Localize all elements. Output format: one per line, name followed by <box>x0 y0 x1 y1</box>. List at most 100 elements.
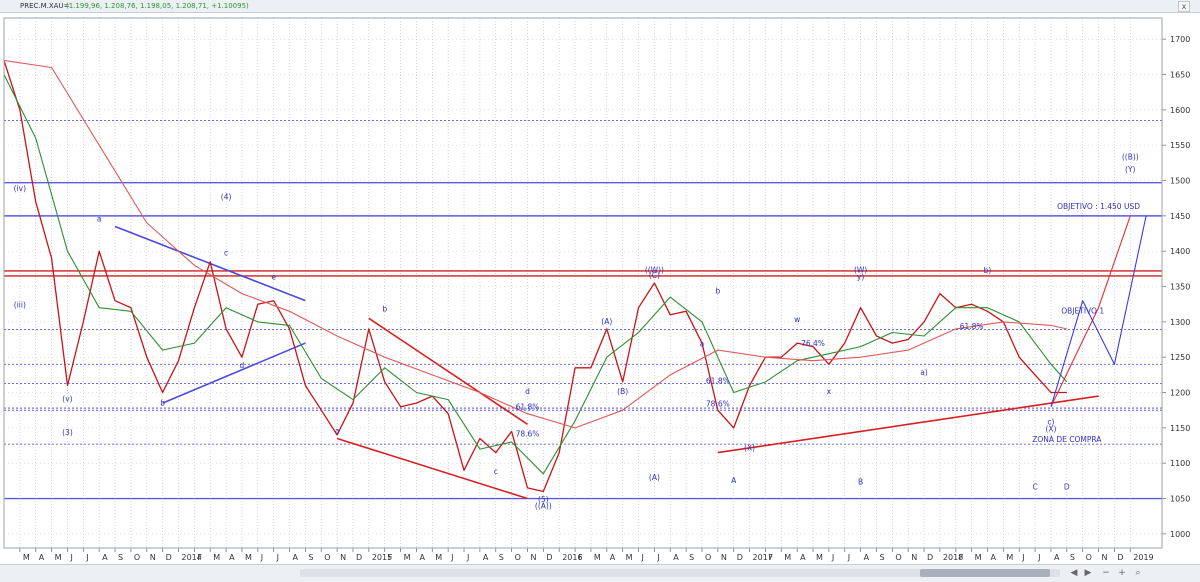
horizontal-scrollbar[interactable] <box>300 569 1060 577</box>
x-tick-label: M <box>626 553 633 562</box>
horizontal-gridlines <box>4 38 1162 535</box>
wave-label: d <box>240 361 245 370</box>
x-tick-label: M <box>1006 553 1013 562</box>
y-tick-label: 1000 <box>1170 530 1190 539</box>
x-tick-label: O <box>1086 553 1092 562</box>
x-tick-label: S <box>1070 553 1075 562</box>
status-bar: ◀ ▶ − + ⌕ <box>0 564 1200 582</box>
y-axis: 1000 1050 1100 1150 1200 1250 1300 1350 1400 1450… <box>1161 18 1190 548</box>
wave-label: (X) <box>1045 424 1056 433</box>
x-tick-label: 2019 <box>1133 553 1153 562</box>
wave-label: B <box>858 477 863 486</box>
x-tick-label: J <box>656 553 659 562</box>
x-tick-label: A <box>800 553 806 562</box>
wave-label: ZONA DE COMPRA <box>1032 435 1102 444</box>
x-tick-label: D <box>356 553 362 562</box>
search-icon[interactable]: ⌕ <box>1132 567 1144 579</box>
x-tick-label: D <box>166 553 172 562</box>
x-tick-label: J <box>85 553 88 562</box>
x-tick-label: N <box>150 553 156 562</box>
wave-label: (iv) <box>14 184 26 193</box>
wave-label: b) <box>984 266 992 275</box>
x-tick-label: F <box>578 553 583 562</box>
arrow-right-icon[interactable]: ▶ <box>1082 567 1094 579</box>
x-tick-label: J <box>831 553 834 562</box>
wave-label: (4) <box>221 193 232 202</box>
wave-label: b <box>715 287 720 296</box>
x-tick-label: A <box>419 553 425 562</box>
wave-label: C <box>1032 482 1037 491</box>
x-tick-label: O <box>324 553 330 562</box>
wave-label: 76.4% <box>801 339 825 348</box>
wave-label: 61.8% <box>706 376 730 385</box>
close-button[interactable]: x <box>1178 1 1190 12</box>
x-tick-label: J <box>69 553 72 562</box>
x-tick-label: M <box>404 553 411 562</box>
x-tick-label: J <box>466 553 469 562</box>
y-tick-label: 1700 <box>1170 35 1190 44</box>
x-tick-label: A <box>1054 553 1060 562</box>
vertical-gridlines <box>19 18 1131 548</box>
y-tick-label: 1550 <box>1170 141 1190 150</box>
wave-label: (iii) <box>14 301 26 310</box>
wave-label: a) <box>920 368 928 377</box>
plot-frame <box>3 17 1163 549</box>
x-tick-label: A <box>991 553 997 562</box>
wave-label: e <box>271 272 276 281</box>
x-tick-label: A <box>864 553 870 562</box>
x-tick-label: A <box>39 553 45 562</box>
x-tick-label: O <box>895 553 901 562</box>
x-tick-label: A <box>229 553 235 562</box>
x-tick-label: A <box>610 553 616 562</box>
x-tick-label: M <box>213 553 220 562</box>
arrow-left-icon[interactable]: ◀ <box>1068 567 1080 579</box>
wave-label: (A) <box>601 317 612 326</box>
x-tick-label: N <box>911 553 917 562</box>
wave-label: OBJETIVO 1 <box>1061 306 1104 315</box>
x-tick-label: O <box>134 553 140 562</box>
x-tick-label: M <box>55 553 62 562</box>
wave-label: 61.8% <box>960 322 984 331</box>
x-tick-label: D <box>737 553 743 562</box>
scrollbar-thumb[interactable] <box>920 569 1050 577</box>
x-tick-label: S <box>308 553 313 562</box>
zoom-in-icon[interactable]: + <box>1116 567 1128 579</box>
x-tick-label: D <box>927 553 933 562</box>
x-tick-label: S <box>499 553 504 562</box>
x-tick-label: J <box>1021 553 1024 562</box>
x-tick-label: S <box>879 553 884 562</box>
wave-label: 78.6% <box>516 429 540 438</box>
wave-label: (X) <box>744 443 755 452</box>
x-tick-label: M <box>975 553 982 562</box>
short-ma-line <box>3 74 1068 475</box>
zoom-out-icon[interactable]: − <box>1100 567 1112 579</box>
x-tick-label: M <box>435 553 442 562</box>
y-tick-label: 1650 <box>1170 71 1190 80</box>
wave-label: (3) <box>62 428 73 437</box>
x-axis: M A M J J A S O N D 2014F M A M J J A S O N D 2015F M A M J J A S O N D… <box>4 547 1162 562</box>
wave-label: (B) <box>617 387 628 396</box>
x-tick-label: N <box>340 553 346 562</box>
x-tick-label: O <box>515 553 521 562</box>
wave-label: (A) <box>649 473 660 482</box>
wave-label: ((A)) <box>535 501 552 510</box>
y-tick-label: 1400 <box>1170 247 1190 256</box>
wave-label: (Y) <box>1125 165 1136 174</box>
x-tick-label: F <box>388 553 393 562</box>
y-tick-label: 1200 <box>1170 389 1190 398</box>
x-tick-label: A <box>293 553 299 562</box>
long-ma-line <box>3 59 1067 429</box>
x-tick-label: J <box>450 553 453 562</box>
instrument-title: PREC.M.XAU= <box>20 2 70 10</box>
y-tick-label: 1350 <box>1170 283 1190 292</box>
wave-label: b <box>160 398 165 407</box>
wave-label: a <box>335 427 340 436</box>
wave-label: c <box>494 467 498 476</box>
y-tick-label: 1150 <box>1170 424 1190 433</box>
y-tick-label: 1250 <box>1170 353 1190 362</box>
x-tick-label: J <box>847 553 850 562</box>
price-chart: (iv)(iii)(v)(3)a(4)cedbbadc(5)((A))61.8%… <box>3 17 1190 562</box>
x-tick-label: N <box>1102 553 1108 562</box>
x-tick-label: A <box>102 553 108 562</box>
x-tick-label: O <box>705 553 711 562</box>
